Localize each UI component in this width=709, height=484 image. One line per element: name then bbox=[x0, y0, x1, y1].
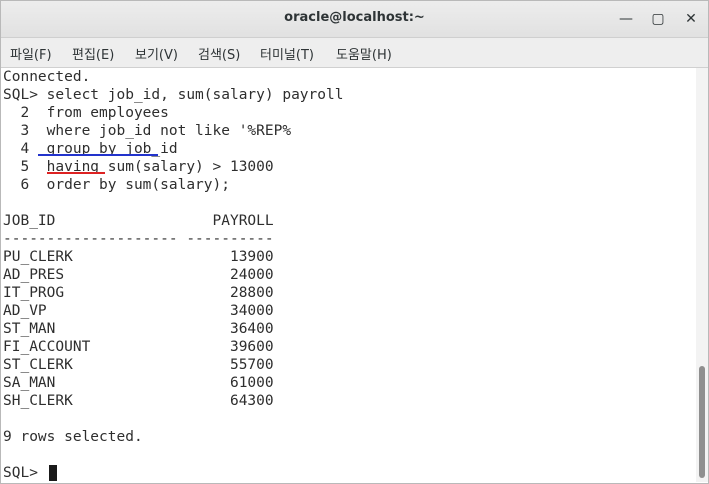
menu-view[interactable]: 보기(V) bbox=[135, 44, 178, 63]
terminal-line: Connected. bbox=[3, 69, 91, 85]
title-bar[interactable]: oracle@localhost:~ — ▢ ✕ bbox=[1, 1, 708, 38]
red-underline-annotation bbox=[47, 172, 105, 174]
close-icon[interactable]: ✕ bbox=[680, 9, 702, 29]
result-row: SH_CLERK 64300 bbox=[3, 393, 274, 409]
result-row: SA_MAN 61000 bbox=[3, 375, 274, 391]
menu-search[interactable]: 검색(S) bbox=[198, 44, 240, 63]
menu-edit[interactable]: 편집(E) bbox=[72, 44, 114, 63]
terminal-output[interactable]: Connected. SQL> select job_id, sum(salar… bbox=[2, 68, 696, 482]
result-row: IT_PROG 28800 bbox=[3, 285, 274, 301]
result-row: AD_PRES 24000 bbox=[3, 267, 274, 283]
terminal-line: 6 order by sum(salary); bbox=[3, 177, 230, 193]
menu-help[interactable]: 도움말(H) bbox=[336, 44, 392, 63]
text-cursor bbox=[49, 465, 57, 481]
column-headers: JOB_ID PAYROLL bbox=[3, 213, 274, 229]
result-row: ST_MAN 36400 bbox=[3, 321, 274, 337]
terminal-line: 5 having sum(salary) > 13000 bbox=[3, 159, 274, 175]
terminal-line: SQL> select job_id, sum(salary) payroll bbox=[3, 87, 344, 103]
result-row: ST_CLERK 55700 bbox=[3, 357, 274, 373]
terminal-window: oracle@localhost:~ — ▢ ✕ 파일(F) 편집(E) 보기(… bbox=[0, 0, 709, 484]
vertical-scrollbar[interactable] bbox=[696, 68, 708, 482]
minimize-icon[interactable]: — bbox=[615, 9, 637, 29]
result-row: AD_VP 34000 bbox=[3, 303, 274, 319]
blue-underline-annotation bbox=[38, 154, 158, 156]
scrollbar-thumb[interactable] bbox=[699, 366, 705, 478]
menu-file[interactable]: 파일(F) bbox=[10, 44, 52, 63]
maximize-icon[interactable]: ▢ bbox=[647, 9, 669, 29]
terminal-line: 2 from employees bbox=[3, 105, 169, 121]
column-separator: -------------------- ---------- bbox=[3, 231, 274, 247]
menu-bar: 파일(F) 편집(E) 보기(V) 검색(S) 터미널(T) 도움말(H) bbox=[1, 38, 708, 68]
result-row: PU_CLERK 13900 bbox=[3, 249, 274, 265]
terminal-line: 3 where job_id not like '%REP% bbox=[3, 123, 292, 139]
sql-prompt: SQL> bbox=[3, 465, 47, 481]
result-row: FI_ACCOUNT 39600 bbox=[3, 339, 274, 355]
window-title: oracle@localhost:~ bbox=[284, 10, 425, 25]
rows-selected-message: 9 rows selected. bbox=[3, 429, 143, 445]
menu-terminal[interactable]: 터미널(T) bbox=[260, 44, 314, 63]
